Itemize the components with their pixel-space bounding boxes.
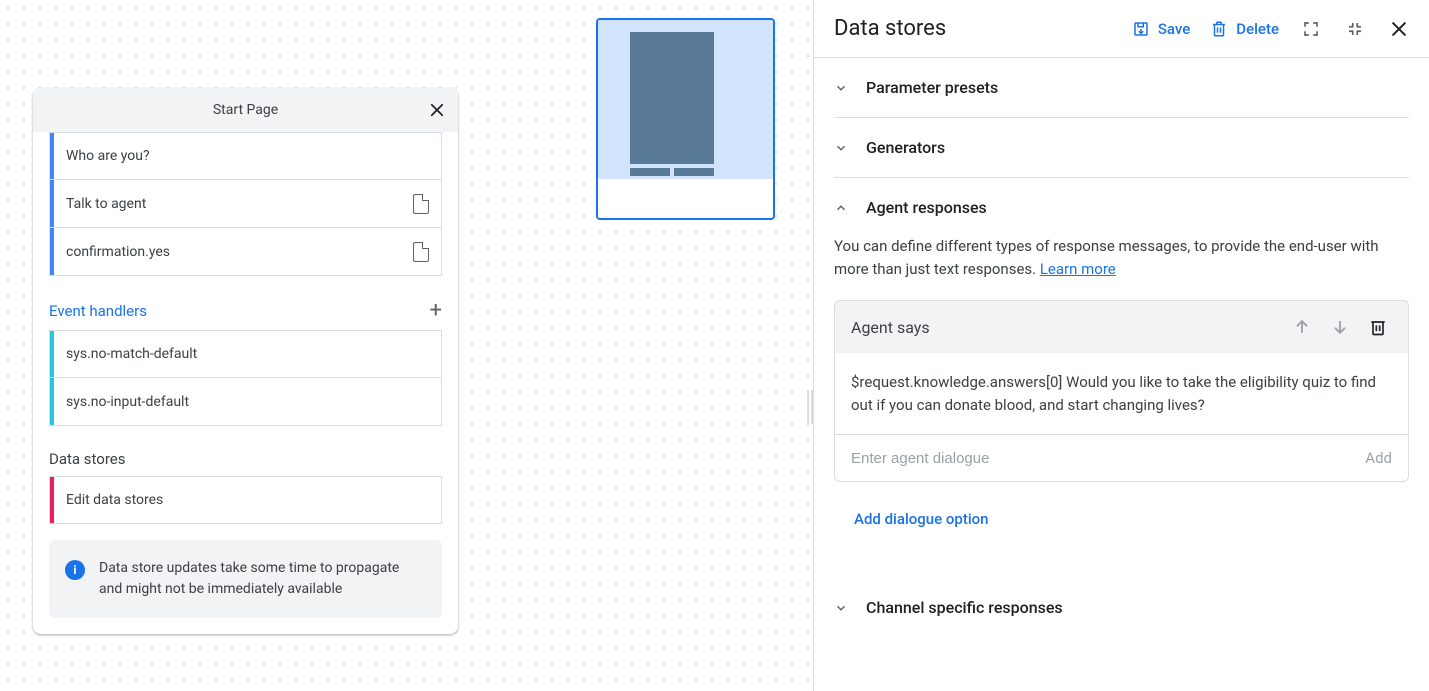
page-icon — [413, 242, 429, 262]
chevron-down-icon — [834, 141, 852, 155]
agent-says-header: Agent says — [835, 301, 1408, 353]
side-panel: Data stores Save Delete Parameter preset… — [813, 0, 1429, 691]
start-page-title: Start Page — [213, 102, 278, 118]
minimap-node — [630, 32, 714, 164]
trash-icon — [1210, 20, 1228, 38]
close-panel-icon[interactable] — [1387, 17, 1411, 41]
event-label: sys.no-match-default — [66, 346, 429, 362]
start-page-panel: Start Page Who are you? Talk to agent co… — [33, 88, 458, 634]
section-header-parameter-presets[interactable]: Parameter presets — [834, 78, 1409, 97]
section-header-generators[interactable]: Generators — [834, 138, 1409, 157]
agent-dialogue-input-row: Add — [835, 435, 1408, 481]
save-icon — [1132, 20, 1150, 38]
event-handlers-header: Event handlers + — [49, 300, 442, 322]
learn-more-link[interactable]: Learn more — [1040, 260, 1116, 278]
section-header-agent-responses[interactable]: Agent responses — [834, 198, 1409, 217]
agent-responses-desc: You can define different types of respon… — [834, 235, 1409, 280]
side-panel-title: Data stores — [834, 16, 946, 41]
agent-says-title: Agent says — [851, 318, 1278, 337]
intent-stripe — [50, 180, 54, 227]
add-button[interactable]: Add — [1365, 449, 1392, 467]
edit-data-stores-label: Edit data stores — [66, 492, 429, 508]
minimap[interactable] — [596, 18, 775, 220]
add-dialogue-option-button[interactable]: Add dialogue option — [854, 510, 989, 528]
info-card: i Data store updates take some time to p… — [49, 540, 442, 618]
close-icon[interactable] — [428, 101, 446, 119]
chevron-down-icon — [834, 601, 852, 615]
info-text: Data store updates take some time to pro… — [99, 558, 426, 600]
event-handler-row[interactable]: sys.no-input-default — [49, 378, 442, 426]
page-icon — [413, 194, 429, 214]
data-stores-header: Data stores — [49, 450, 442, 468]
delete-button[interactable]: Delete — [1210, 20, 1279, 38]
side-header: Data stores Save Delete — [814, 0, 1429, 58]
start-page-header: Start Page — [33, 88, 458, 132]
minimap-node — [630, 168, 670, 176]
event-stripe — [50, 331, 54, 377]
delete-response-icon[interactable] — [1364, 317, 1392, 337]
section-label: Agent responses — [866, 198, 987, 217]
section-generators: Generators — [834, 118, 1409, 178]
delete-label: Delete — [1236, 20, 1279, 38]
intent-row[interactable]: Talk to agent — [49, 180, 442, 228]
section-header-channel-specific[interactable]: Channel specific responses — [834, 598, 1409, 617]
event-stripe — [50, 378, 54, 425]
intent-row[interactable]: Who are you? — [49, 132, 442, 180]
section-label: Parameter presets — [866, 78, 998, 97]
edit-data-stores-row[interactable]: Edit data stores — [49, 476, 442, 524]
data-stores-title: Data stores — [49, 450, 126, 468]
save-button[interactable]: Save — [1132, 20, 1190, 38]
event-handler-row[interactable]: sys.no-match-default — [49, 330, 442, 378]
event-handlers-title: Event handlers — [49, 302, 147, 320]
intent-stripe — [50, 133, 54, 179]
move-up-icon[interactable] — [1288, 317, 1316, 337]
canvas[interactable]: Start Page Who are you? Talk to agent co… — [0, 0, 813, 691]
save-label: Save — [1158, 20, 1190, 38]
exit-fullscreen-icon[interactable] — [1343, 17, 1367, 41]
side-panel-body: Parameter presets Generators Agent respo… — [814, 58, 1429, 691]
chevron-up-icon — [834, 201, 852, 215]
intent-label: confirmation.yes — [66, 244, 413, 260]
plus-icon[interactable]: + — [430, 300, 442, 322]
intent-stripe — [50, 228, 54, 275]
section-parameter-presets: Parameter presets — [834, 58, 1409, 118]
chevron-down-icon — [834, 81, 852, 95]
minimap-node — [674, 168, 714, 176]
intent-label: Who are you? — [66, 148, 429, 164]
section-agent-responses: Agent responses You can define different… — [834, 178, 1409, 548]
agent-dialogue-input[interactable] — [851, 450, 1353, 467]
intent-row[interactable]: confirmation.yes — [49, 228, 442, 276]
fullscreen-icon[interactable] — [1299, 17, 1323, 41]
section-label: Generators — [866, 138, 945, 157]
info-icon: i — [65, 560, 85, 580]
event-label: sys.no-input-default — [66, 394, 429, 410]
agent-says-card: Agent says $request.knowledge.answers[0]… — [834, 300, 1409, 482]
section-channel-specific: Channel specific responses — [834, 578, 1409, 637]
intent-label: Talk to agent — [66, 196, 413, 212]
move-down-icon[interactable] — [1326, 317, 1354, 337]
agent-says-text[interactable]: $request.knowledge.answers[0] Would you … — [835, 353, 1408, 435]
section-label: Channel specific responses — [866, 598, 1063, 617]
datastore-stripe — [50, 477, 54, 523]
